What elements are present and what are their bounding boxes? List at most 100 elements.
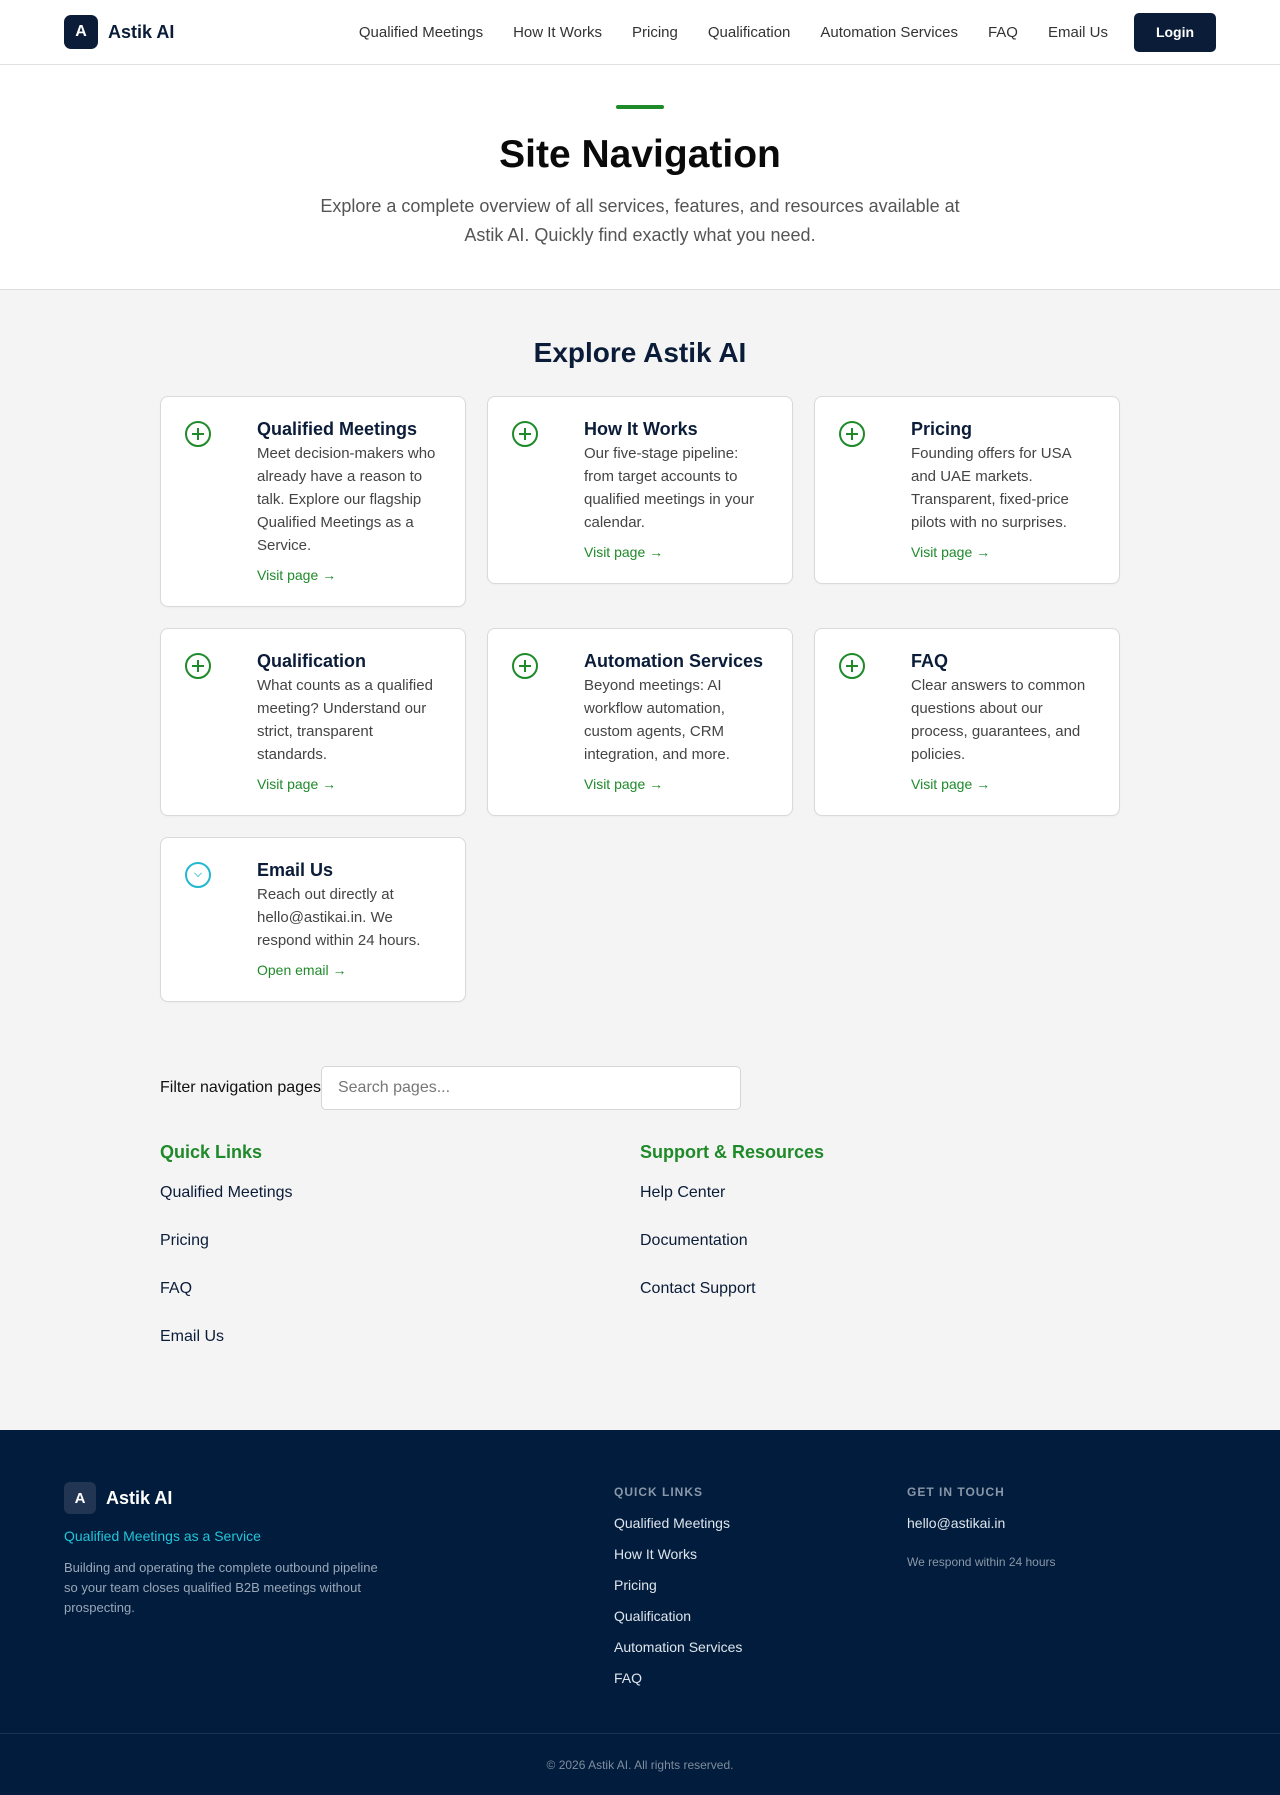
card-title: Email Us <box>257 860 334 880</box>
list-item: FAQ <box>160 1279 640 1298</box>
footer-description: Building and operating the complete outb… <box>64 1560 378 1615</box>
plus-circle-icon <box>512 421 538 447</box>
footer-link-pricing[interactable]: Pricing <box>614 1577 657 1593</box>
list-item: Qualification <box>614 1608 907 1624</box>
card-description: Founding offers for USA and UAE markets.… <box>911 445 1071 531</box>
chevron-circle-icon <box>185 862 211 888</box>
card-link[interactable]: Visit page → <box>257 567 336 583</box>
card-description: Beyond meetings: AI workflow automation,… <box>584 677 730 763</box>
card-title: FAQ <box>911 651 949 671</box>
footer-quick-links: QUICK LINKS Qualified Meetings How It Wo… <box>614 1482 907 1733</box>
card-link[interactable]: Visit page → <box>911 776 990 792</box>
footer-link-qualification[interactable]: Qualification <box>614 1608 691 1624</box>
list-item: How It Works <box>614 1546 907 1562</box>
card-title: Qualified Meetings <box>257 419 418 439</box>
quick-link-pricing[interactable]: Pricing <box>160 1232 209 1249</box>
quick-links-column: Quick Links Qualified Meetings Pricing F… <box>160 1142 640 1375</box>
top-navbar: A Astik AI Qualified Meetings How It Wor… <box>0 0 1280 65</box>
card-email-us: Email Us Reach out directly at hello@ast… <box>160 837 466 1002</box>
card-link[interactable]: Visit page → <box>584 776 663 792</box>
list-item: Contact Support <box>640 1279 1120 1298</box>
card-qualification: Qualification What counts as a qualified… <box>160 628 466 816</box>
footer-quick-links-heading: QUICK LINKS <box>614 1485 703 1499</box>
card-link[interactable]: Visit page → <box>584 544 663 560</box>
footer-logo-icon: A <box>64 1482 96 1514</box>
support-column: Support & Resources Help Center Document… <box>640 1142 1120 1375</box>
list-item: Pricing <box>614 1577 907 1593</box>
list-item: Qualified Meetings <box>614 1515 907 1531</box>
footer-brand: A Astik AI Qualified Meetings as a Servi… <box>64 1482 614 1733</box>
footer-tagline: Qualified Meetings as a Service <box>64 1528 261 1544</box>
nav-automation-services[interactable]: Automation Services <box>820 24 958 41</box>
card-faq: FAQ Clear answers to common questions ab… <box>814 628 1120 816</box>
site-footer: A Astik AI Qualified Meetings as a Servi… <box>0 1430 1280 1795</box>
card-title: How It Works <box>584 419 698 439</box>
brand-link[interactable]: A Astik AI <box>64 15 174 49</box>
card-grid: Qualified Meetings Meet decision-makers … <box>160 396 1120 1002</box>
card-pricing: Pricing Founding offers for USA and UAE … <box>814 396 1120 584</box>
footer-copyright: © 2026 Astik AI. All rights reserved. <box>0 1733 1280 1795</box>
filter-bar: Filter navigation pages <box>160 1066 1120 1110</box>
card-description: Meet decision-makers who already have a … <box>257 445 436 554</box>
footer-contact-heading: GET IN TOUCH <box>907 1485 1005 1499</box>
card-automation-services: Automation Services Beyond meetings: AI … <box>487 628 793 816</box>
quick-links-heading: Quick Links <box>160 1142 263 1162</box>
login-button[interactable]: Login <box>1134 12 1216 52</box>
plus-circle-icon <box>839 421 865 447</box>
footer-respond-note: We respond within 24 hours <box>907 1555 1056 1569</box>
card-title: Qualification <box>257 651 367 671</box>
list-item: Documentation <box>640 1231 1120 1250</box>
card-description: What counts as a qualified meeting? Unde… <box>257 677 433 763</box>
card-description: Our five-stage pipeline: from target acc… <box>584 445 755 531</box>
accent-bar <box>616 105 664 109</box>
nav-email-us[interactable]: Email Us <box>1048 24 1108 41</box>
explore-title: Explore Astik AI <box>533 337 747 368</box>
link-columns: Quick Links Qualified Meetings Pricing F… <box>160 1142 1120 1430</box>
footer-contact: GET IN TOUCH hello@astikai.in We respond… <box>907 1482 1200 1733</box>
list-item: Pricing <box>160 1231 640 1250</box>
plus-circle-icon <box>839 653 865 679</box>
nav-qualified-meetings[interactable]: Qualified Meetings <box>359 24 483 41</box>
nav-how-it-works[interactable]: How It Works <box>513 24 602 41</box>
footer-email-link[interactable]: hello@astikai.in <box>907 1515 1200 1531</box>
plus-circle-icon <box>512 653 538 679</box>
search-input[interactable] <box>320 1066 741 1110</box>
card-link[interactable]: Visit page → <box>911 544 990 560</box>
card-how-it-works: How It Works Our five-stage pipeline: fr… <box>487 396 793 584</box>
brand-name: Astik AI <box>108 21 175 42</box>
hero-section: Site Navigation Explore a complete overv… <box>0 65 1280 290</box>
page-subtitle: Explore a complete overview of all servi… <box>320 195 960 245</box>
logo-icon: A <box>64 15 98 49</box>
list-item: Qualified Meetings <box>160 1183 640 1202</box>
filter-label: Filter navigation pages <box>160 1079 321 1096</box>
list-item: Email Us <box>160 1327 640 1346</box>
footer-link-qualified-meetings[interactable]: Qualified Meetings <box>614 1515 730 1531</box>
card-link[interactable]: Open email → <box>257 962 346 978</box>
plus-circle-icon <box>185 653 211 679</box>
explore-section: Explore Astik AI Qualified Meetings Meet… <box>0 290 1280 1002</box>
nav-qualification[interactable]: Qualification <box>708 24 791 41</box>
card-title: Automation Services <box>584 651 764 671</box>
card-description: Reach out directly at hello@astikai.in. … <box>257 886 421 949</box>
quick-link-email-us[interactable]: Email Us <box>160 1328 224 1345</box>
list-item: Automation Services <box>614 1639 907 1655</box>
footer-brand-name: Astik AI <box>106 1487 173 1508</box>
card-title: Pricing <box>911 419 973 439</box>
quick-link-qualified-meetings[interactable]: Qualified Meetings <box>160 1184 293 1201</box>
support-heading: Support & Resources <box>640 1142 825 1162</box>
footer-link-how-it-works[interactable]: How It Works <box>614 1546 697 1562</box>
footer-link-faq[interactable]: FAQ <box>614 1670 642 1686</box>
support-link-help-center[interactable]: Help Center <box>640 1184 725 1201</box>
support-link-contact-support[interactable]: Contact Support <box>640 1280 756 1297</box>
footer-link-automation-services[interactable]: Automation Services <box>614 1639 742 1655</box>
quick-link-faq[interactable]: FAQ <box>160 1280 192 1297</box>
support-link-documentation[interactable]: Documentation <box>640 1232 748 1249</box>
nav-faq[interactable]: FAQ <box>988 24 1018 41</box>
nav-pricing[interactable]: Pricing <box>632 24 678 41</box>
card-qualified-meetings: Qualified Meetings Meet decision-makers … <box>160 396 466 607</box>
card-link[interactable]: Visit page → <box>257 776 336 792</box>
list-item: Help Center <box>640 1183 1120 1202</box>
plus-circle-icon <box>185 421 211 447</box>
list-item: FAQ <box>614 1670 907 1686</box>
page-title: Site Navigation <box>499 133 781 176</box>
